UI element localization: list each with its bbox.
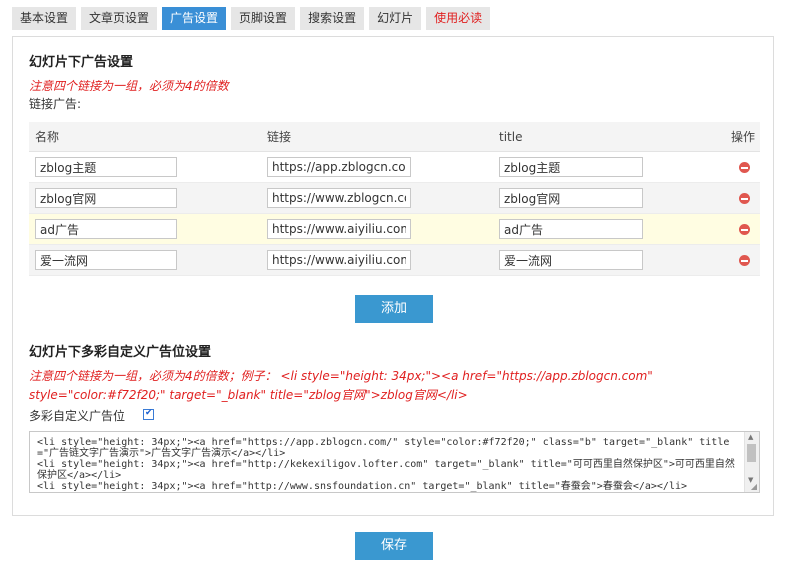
ad-title-input[interactable] — [499, 219, 643, 239]
checkmark-icon: ✔ — [145, 408, 153, 418]
ad-title-input[interactable] — [499, 250, 643, 270]
delete-row-icon[interactable] — [739, 224, 750, 235]
table-row — [29, 182, 760, 214]
column-header-name: 名称 — [29, 122, 261, 152]
ad-name-input[interactable] — [35, 250, 177, 270]
section-title-slideshow-ads: 幻灯片下广告设置 — [29, 55, 134, 70]
resize-grip-icon[interactable]: ◢ — [751, 482, 757, 491]
ad-link-input[interactable] — [267, 188, 411, 208]
ad-settings-panel: 幻灯片下广告设置 注意四个链接为一组，必须为4的倍数 链接广告: 名称 链接 t… — [12, 36, 774, 516]
custom-ad-note: 注意四个链接为一组，必须为4的倍数；例子： <li style="height:… — [29, 369, 653, 402]
scrollbar-thumb[interactable] — [747, 444, 756, 462]
column-header-action: 操作 — [725, 122, 760, 152]
save-button[interactable]: 保存 — [355, 532, 433, 560]
ad-title-input[interactable] — [499, 157, 643, 177]
ad-title-input[interactable] — [499, 188, 643, 208]
ad-name-input[interactable] — [35, 188, 177, 208]
custom-ad-checkbox-label: 多彩自定义广告位 — [29, 409, 126, 423]
group-note: 注意四个链接为一组，必须为4的倍数 — [29, 79, 229, 93]
ad-link-input[interactable] — [267, 157, 411, 177]
custom-ad-checkbox[interactable]: ✔ — [143, 408, 154, 420]
ad-name-input[interactable] — [35, 219, 177, 239]
ad-name-input[interactable] — [35, 157, 177, 177]
table-row — [29, 151, 760, 183]
settings-tabs: 基本设置 文章页设置 广告设置 页脚设置 搜索设置 幻灯片 使用必读 — [12, 7, 491, 30]
tab-basic-settings[interactable]: 基本设置 — [12, 7, 77, 30]
scroll-up-icon[interactable]: ▲ — [748, 433, 753, 441]
tab-article-page-settings[interactable]: 文章页设置 — [81, 7, 158, 30]
ad-link-input[interactable] — [267, 250, 411, 270]
tab-must-read[interactable]: 使用必读 — [426, 7, 491, 30]
tab-ad-settings[interactable]: 广告设置 — [162, 7, 227, 30]
custom-ad-code-textarea[interactable]: <li style="height: 34px;"><a href="https… — [29, 431, 760, 493]
tab-slideshow[interactable]: 幻灯片 — [369, 7, 422, 30]
link-ads-table: 名称 链接 title 操作 — [29, 122, 760, 276]
delete-row-icon[interactable] — [739, 162, 750, 173]
custom-ad-code-text: <li style="height: 34px;"><a href="https… — [37, 437, 735, 492]
delete-row-icon[interactable] — [739, 193, 750, 204]
add-row-button[interactable]: 添加 — [355, 295, 433, 323]
ad-link-input[interactable] — [267, 219, 411, 239]
section-title-custom-ad-slot: 幻灯片下多彩自定义广告位设置 — [29, 345, 212, 360]
column-header-title: title — [493, 122, 725, 152]
table-row — [29, 244, 760, 276]
column-header-link: 链接 — [261, 122, 493, 152]
table-header-row: 名称 链接 title 操作 — [29, 122, 760, 152]
table-row — [29, 213, 760, 245]
delete-row-icon[interactable] — [739, 255, 750, 266]
link-ads-label: 链接广告: — [29, 97, 82, 111]
tab-footer-settings[interactable]: 页脚设置 — [231, 7, 296, 30]
tab-search-settings[interactable]: 搜索设置 — [300, 7, 365, 30]
